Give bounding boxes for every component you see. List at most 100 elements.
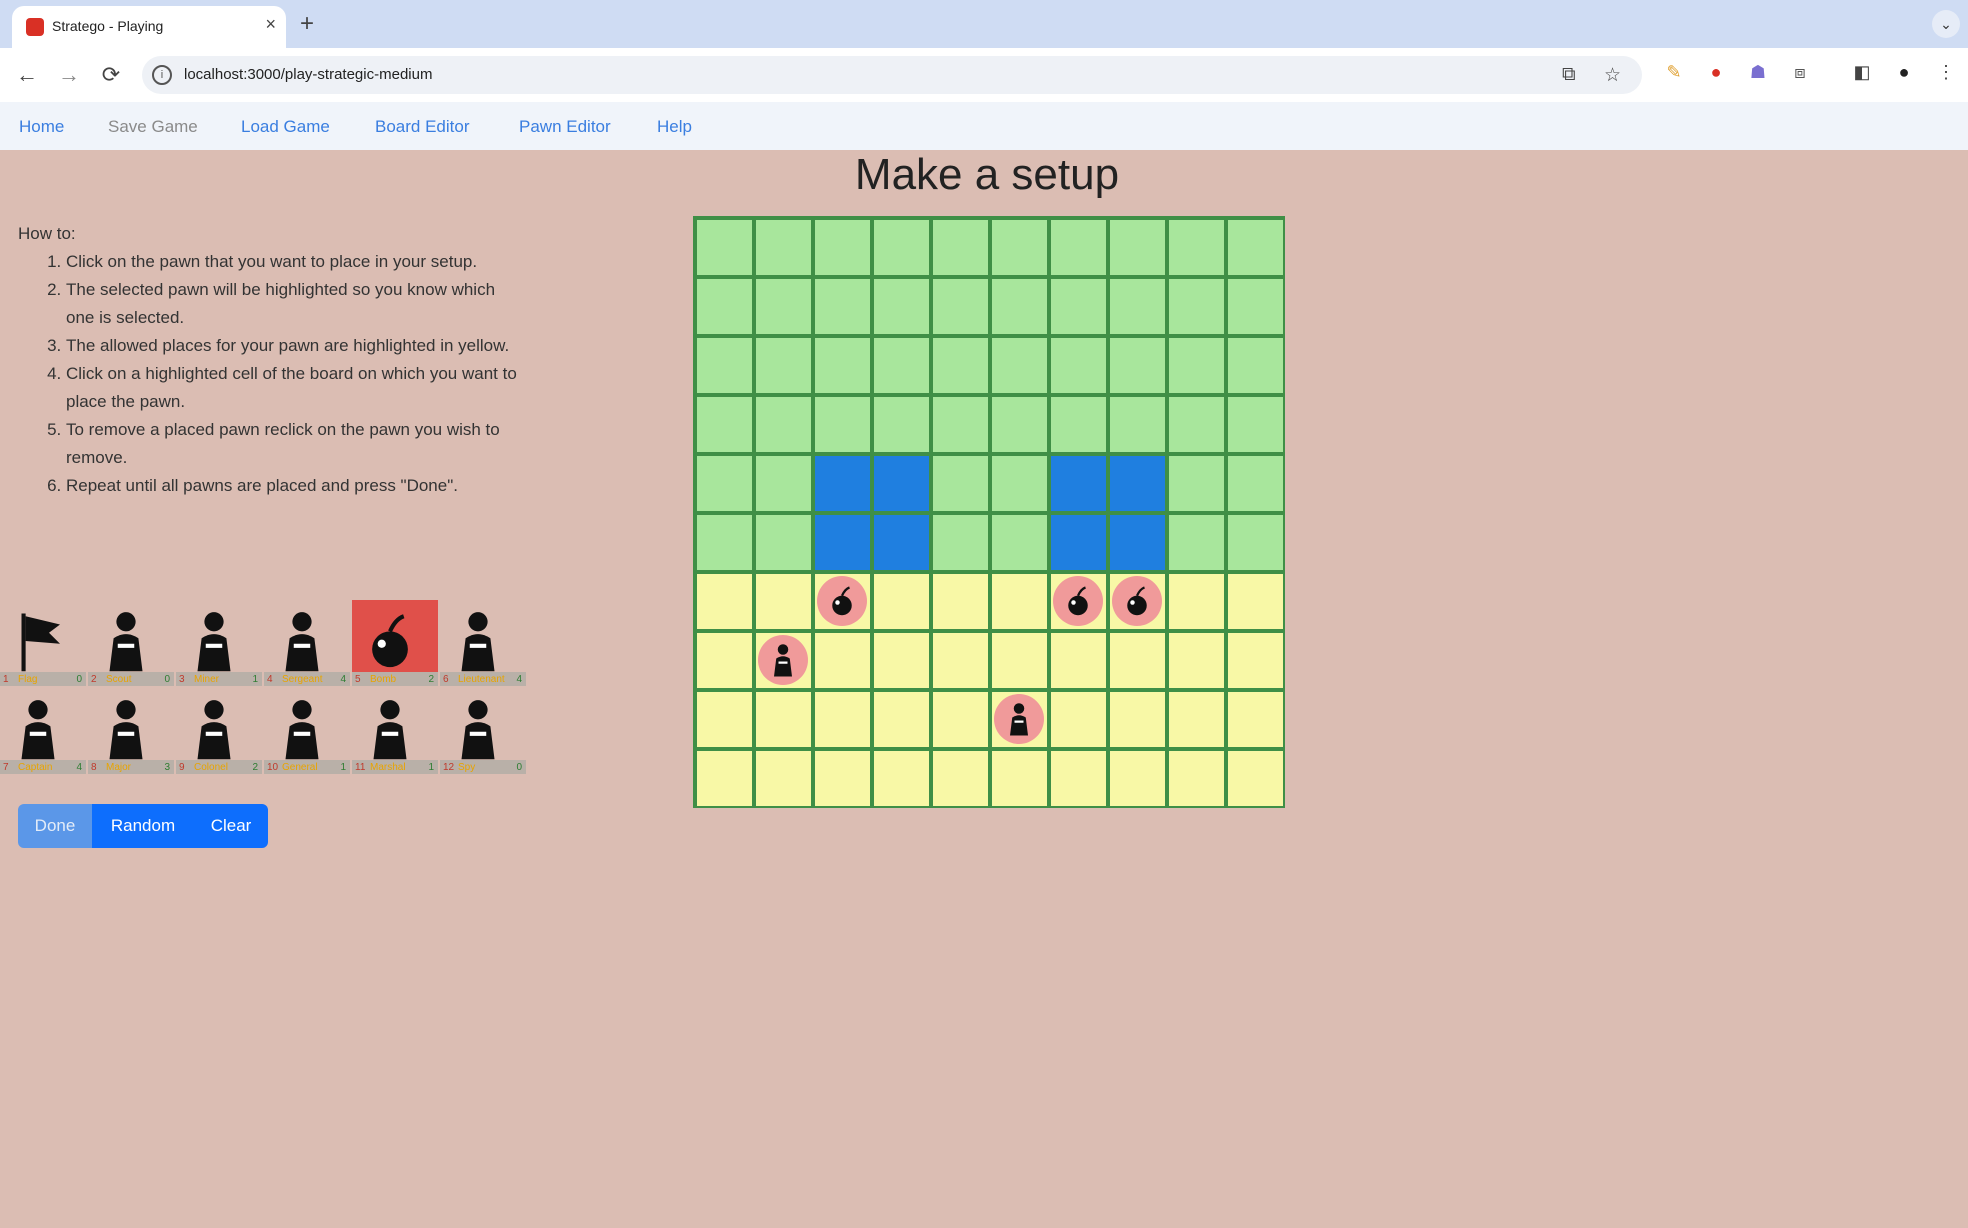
setup-cell[interactable] [697,633,752,688]
tab-search-chevron-icon[interactable]: ⌄ [1932,10,1960,38]
nav-pawn-editor-link[interactable]: Pawn Editor [519,117,611,137]
placed-pawn[interactable] [817,576,867,626]
nav-load-game-link[interactable]: Load Game [241,117,330,137]
clear-button[interactable]: Clear [194,804,268,848]
pawn-remaining-count: 2 [428,674,434,685]
water-cell [1110,515,1165,570]
pawn-option[interactable]: 7 Captain 4 [0,688,86,774]
purple-extension-icon[interactable]: ☗ [1746,60,1770,84]
pawn-option[interactable]: 6 Lieutenant 4 [440,600,526,686]
address-bar[interactable]: i localhost:3000/play-strategic-medium ⧉… [142,56,1642,94]
board-cell [697,338,752,393]
setup-cell[interactable] [815,692,870,747]
pencil-extension-icon[interactable]: ✎ [1662,60,1686,84]
nav-help-link[interactable]: Help [657,117,692,137]
reload-icon[interactable]: ⟳ [96,60,126,90]
setup-cell[interactable] [756,751,811,806]
setup-cell[interactable] [1169,633,1224,688]
setup-cell[interactable] [697,751,752,806]
pawn-remaining-count: 4 [516,674,522,685]
side-panel-icon[interactable]: ◧ [1850,60,1874,84]
setup-cell[interactable] [1169,692,1224,747]
setup-cell[interactable] [815,751,870,806]
flag-icon [10,608,66,674]
water-cell [815,515,870,570]
install-app-icon[interactable]: ⧉ [1562,64,1576,86]
setup-cell[interactable] [1228,633,1283,688]
setup-cell[interactable] [1228,692,1283,747]
board-cell [1051,397,1106,452]
setup-cell[interactable] [697,574,752,629]
pawn-option[interactable]: 11 Marshal 1 [352,688,438,774]
pawn-option[interactable]: 8 Major 3 [88,688,174,774]
red-extension-icon[interactable]: ● [1704,60,1728,84]
site-info-icon[interactable]: i [152,65,172,85]
nav-save-game-link[interactable]: Save Game [108,117,198,137]
board-cell [1051,338,1106,393]
pawn-option[interactable]: 3 Miner 1 [176,600,262,686]
stratego-favicon-icon [26,18,44,36]
setup-cell[interactable] [874,692,929,747]
setup-cell[interactable] [1228,751,1283,806]
browser-tab[interactable]: Stratego - Playing × [12,6,286,48]
setup-cell[interactable] [992,633,1047,688]
setup-cell[interactable] [756,574,811,629]
placed-pawn[interactable] [994,694,1044,744]
setup-cell[interactable] [1169,751,1224,806]
setup-cell[interactable] [874,751,929,806]
setup-cell[interactable] [933,633,988,688]
setup-cell[interactable] [992,751,1047,806]
water-cell [874,515,929,570]
setup-cell[interactable] [1169,574,1224,629]
bookmark-star-icon[interactable]: ☆ [1604,64,1621,87]
nav-home-link[interactable]: Home [19,117,64,137]
nav-board-editor-link[interactable]: Board Editor [375,117,470,137]
setup-cell[interactable] [697,692,752,747]
setup-cell[interactable] [1051,692,1106,747]
url-text[interactable]: localhost:3000/play-strategic-medium [184,66,432,83]
howto-steps-list: Click on the pawn that you want to place… [18,248,518,500]
random-button[interactable]: Random [92,804,194,848]
done-button[interactable]: Done [18,804,92,848]
setup-cell[interactable] [1051,633,1106,688]
setup-cell[interactable] [1110,692,1165,747]
setup-cell[interactable] [1228,574,1283,629]
pawn-option[interactable]: 2 Scout 0 [88,600,174,686]
board-cell [1110,338,1165,393]
pawn-option[interactable]: 4 Sergeant 4 [264,600,350,686]
placed-pawn[interactable] [1112,576,1162,626]
setup-cell[interactable] [933,692,988,747]
setup-cell[interactable] [756,692,811,747]
board-cell [1228,456,1283,511]
pawn-remaining-count: 4 [340,674,346,685]
setup-cell[interactable] [1051,751,1106,806]
pawn-name: General [282,762,318,773]
new-tab-icon[interactable]: + [300,10,314,38]
howto-step: To remove a placed pawn reclick on the p… [66,416,518,472]
pawn-option[interactable]: 1 Flag 0 [0,600,86,686]
pawn-option[interactable]: 5 Bomb 2 [352,600,438,686]
pawn-rank: 7 [3,762,9,773]
setup-cell[interactable] [874,633,929,688]
profile-avatar-icon[interactable]: ● [1892,60,1916,84]
setup-cell[interactable] [933,751,988,806]
board-cell [874,338,929,393]
setup-cell[interactable] [874,574,929,629]
placed-pawn[interactable] [1053,576,1103,626]
back-icon[interactable]: ← [12,60,42,90]
tab-close-icon[interactable]: × [265,14,276,35]
browser-menu-icon[interactable]: ⋮ [1934,60,1958,84]
setup-cell[interactable] [1110,751,1165,806]
pawn-option[interactable]: 10 General 1 [264,688,350,774]
board-cell [1228,279,1283,334]
setup-cell[interactable] [1110,633,1165,688]
setup-cell[interactable] [815,633,870,688]
setup-cell[interactable] [992,574,1047,629]
pawn-option[interactable]: 12 Spy 0 [440,688,526,774]
water-cell [815,456,870,511]
setup-cell[interactable] [933,574,988,629]
placed-pawn[interactable] [758,635,808,685]
pawn-option[interactable]: 9 Colonel 2 [176,688,262,774]
forward-icon[interactable]: → [54,60,84,90]
puzzle-extensions-icon[interactable]: ⧈ [1788,60,1812,84]
